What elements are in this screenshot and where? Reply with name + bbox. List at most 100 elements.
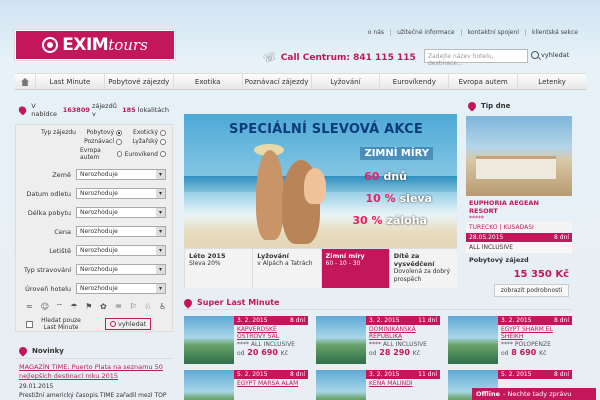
logo[interactable]: EXIM tours <box>15 30 175 60</box>
news-date: 29.01.2015 <box>19 383 54 390</box>
top-link-info[interactable]: užitečné informace <box>390 29 461 36</box>
banner-tab-lyzovani[interactable]: Lyžování v Alpách a Tatrách <box>252 249 320 288</box>
last-minute-checkbox[interactable] <box>26 320 33 328</box>
disabled-icon[interactable]: ♿ <box>159 302 168 311</box>
banner-tab-leto[interactable]: Léto 2015 Sleva 20% <box>184 249 252 288</box>
select-strava[interactable]: Nerozhoduje <box>76 264 166 275</box>
radio-icon[interactable] <box>116 138 122 145</box>
sport-icon[interactable]: ⚑ <box>85 302 94 311</box>
nav-lyzovani[interactable]: Lyžování <box>310 74 380 89</box>
slm-card-price-row: od 8 690 Kč <box>498 348 572 357</box>
slm-card-price: 8 690 <box>511 348 537 357</box>
slm-card-days: 8 dní <box>289 371 305 378</box>
tip-type: Pobytový zájezd <box>469 256 529 264</box>
select-delka[interactable]: Nerozhoduje <box>76 207 166 218</box>
slm-card-photo[interactable] <box>316 370 366 400</box>
filter-label: Datum odletu <box>26 189 71 198</box>
banner-tab-zimni-miry[interactable]: Zimní míry 60 - 10 - 30 <box>320 249 389 288</box>
slm-card-destination[interactable]: EGYPT SHARM EL SHEIKH <box>498 325 572 341</box>
nav-letenky[interactable]: Letenky <box>517 74 586 89</box>
slm-card[interactable]: 3. 2. 2015 8 dní KAPVERDSKÉ OSTROVY SAL ***… <box>184 316 308 364</box>
tip-hotel-photo[interactable] <box>466 116 572 196</box>
radio-icon[interactable] <box>160 129 166 136</box>
tip-city: KUSADASI <box>503 224 534 231</box>
home-icon[interactable] <box>15 74 35 89</box>
main-nav: Last Minute Pobytové zájezdy Exotika Poz… <box>15 73 586 90</box>
banner-line-1: 60 dnů <box>364 170 407 183</box>
slm-card-info: 3. 2. 2015 11 dní DOMINIKÁNSKÁ REPUBLIKA **… <box>366 316 440 364</box>
banner-subheadline: ZIMNÍ MÍRY <box>360 147 433 160</box>
nav-pobytove[interactable]: Pobytové zájezdy <box>103 74 173 89</box>
radio-poznavaci[interactable]: Poznávací <box>80 138 124 145</box>
offline-text: - Nechte tady zprávu <box>503 390 572 398</box>
radio-icon[interactable] <box>160 138 166 145</box>
radio-evropa-autem[interactable]: Evropa autem <box>80 147 124 161</box>
child-icon[interactable]: ☺ <box>41 302 50 311</box>
slm-card-destination[interactable]: DOMINIKÁNSKÁ REPUBLIKA <box>366 325 440 341</box>
filter-label: Cena <box>54 227 71 236</box>
top-link-about[interactable]: o nás <box>362 29 390 36</box>
nav-last-minute[interactable]: Last Minute <box>35 74 104 89</box>
filter-label: Délka pobytu <box>27 208 71 217</box>
radio-selected-icon[interactable] <box>116 129 122 136</box>
nav-eurovikendy[interactable]: Eurovíkendy <box>379 74 448 89</box>
spa-icon[interactable]: ✿ <box>100 302 109 311</box>
radio-exoticky[interactable]: Exotický <box>124 129 168 136</box>
news-link[interactable]: MAGAZÍN TIME: Puerto Plata na seznamu 50… <box>15 359 173 381</box>
slm-card-photo[interactable] <box>448 316 498 364</box>
slm-card-date: 3. 2. 2015 <box>369 371 400 378</box>
logo-ball-icon <box>42 37 59 53</box>
slm-card-date-row: 5. 2. 2015 8 dní <box>498 370 572 379</box>
slm-card-destination[interactable]: KAPVERDSKÉ OSTROVY SAL <box>234 325 308 341</box>
slm-card-destination[interactable]: KEŇA MALINDI <box>366 379 440 388</box>
radio-icon[interactable] <box>160 151 166 157</box>
slm-card-destination[interactable] <box>498 379 572 381</box>
slm-card-date-row: 3. 2. 2015 11 dní <box>366 316 440 325</box>
top-link-contact[interactable]: kontaktní spojení <box>460 29 525 36</box>
slm-card-destination[interactable]: EGYPT MARSA ALAM <box>234 379 308 388</box>
slm-card-info: 3. 2. 2015 11 dní KEŇA MALINDI <box>366 370 440 400</box>
search-button[interactable]: vyhledat <box>531 51 569 59</box>
nav-exotika[interactable]: Exotika <box>172 74 242 89</box>
radio-lyzarsky[interactable]: Lyžařský <box>124 138 168 145</box>
radio-pobytovy[interactable]: Pobytový <box>80 129 124 136</box>
banner-tab-dite[interactable]: Dítě za vysvědčení Dovolená za dobrý pros… <box>388 249 457 288</box>
pool-icon[interactable]: ≈ <box>26 302 35 311</box>
wifi-icon[interactable]: ⌔ <box>56 302 65 311</box>
top-links: o nás užitečné informace kontaktní spoje… <box>362 29 584 36</box>
filter-row-letiste: Letiště Nerozhoduje <box>20 245 168 256</box>
select-zeme[interactable]: Nerozhoduje <box>76 169 166 180</box>
tip-hotel-name[interactable]: EUPHORIA AEGEAN RESORT <box>466 196 572 215</box>
radio-icon[interactable] <box>116 151 122 157</box>
phone-icon: ☏ <box>261 49 279 66</box>
slm-card-photo[interactable] <box>316 316 366 364</box>
aqua-icon[interactable]: ♒ <box>115 302 124 311</box>
slm-card[interactable]: 5. 2. 2015 8 dní EGYPT MARSA ALAM <box>184 370 308 400</box>
slm-card-photo[interactable] <box>184 370 234 400</box>
select-datum[interactable]: Nerozhoduje <box>76 188 166 199</box>
slm-card-price: 28 290 <box>379 348 410 357</box>
select-uroven[interactable]: Nerozhoduje <box>76 283 166 294</box>
radio-eurovikend[interactable]: Eurovíkend <box>124 147 168 161</box>
banner-line-3-value: 30 % <box>352 214 383 227</box>
nav-evropa-autem[interactable]: Evropa autem <box>448 74 517 89</box>
select-letiste[interactable]: Nerozhoduje <box>76 245 166 256</box>
top-link-client[interactable]: klientská sekce <box>524 29 584 36</box>
beach-icon[interactable]: ☂ <box>70 302 79 311</box>
tip-date-row: 28.05.2015 8 dní <box>466 233 572 242</box>
filter-search-button[interactable]: vyhledat <box>105 318 152 330</box>
news-box: Novinky MAGAZÍN TIME: Puerto Plata na se… <box>15 344 173 400</box>
slm-card-photo[interactable] <box>184 316 234 364</box>
call-centrum: ☏ Call Centrum: 841 115 115 <box>261 49 416 66</box>
offer-count: V nabídce 163809 zájezdů v 185 lokalitác… <box>15 98 173 122</box>
select-cena[interactable]: Nerozhoduje <box>76 226 166 237</box>
offline-chat-bar[interactable]: Offline - Nechte tady zprávu <box>472 388 596 400</box>
nav-poznavaci[interactable]: Poznávací zájezdy <box>241 74 311 89</box>
slm-card-price-row: od 28 290 Kč <box>366 348 440 357</box>
pet-icon[interactable]: ♘ <box>144 302 153 311</box>
slm-card[interactable]: 3. 2. 2015 11 dní DOMINIKÁNSKÁ REPUBLIKA **… <box>316 316 440 364</box>
golf-icon[interactable]: ⚐ <box>130 302 139 311</box>
search-input[interactable]: Zadejte název hotelu, destinace... <box>424 49 528 67</box>
slm-card[interactable]: 3. 2. 2015 11 dní KEŇA MALINDI <box>316 370 440 400</box>
slm-card[interactable]: 3. 2. 2015 8 dní EGYPT SHARM EL SHEIKH ****… <box>448 316 572 364</box>
